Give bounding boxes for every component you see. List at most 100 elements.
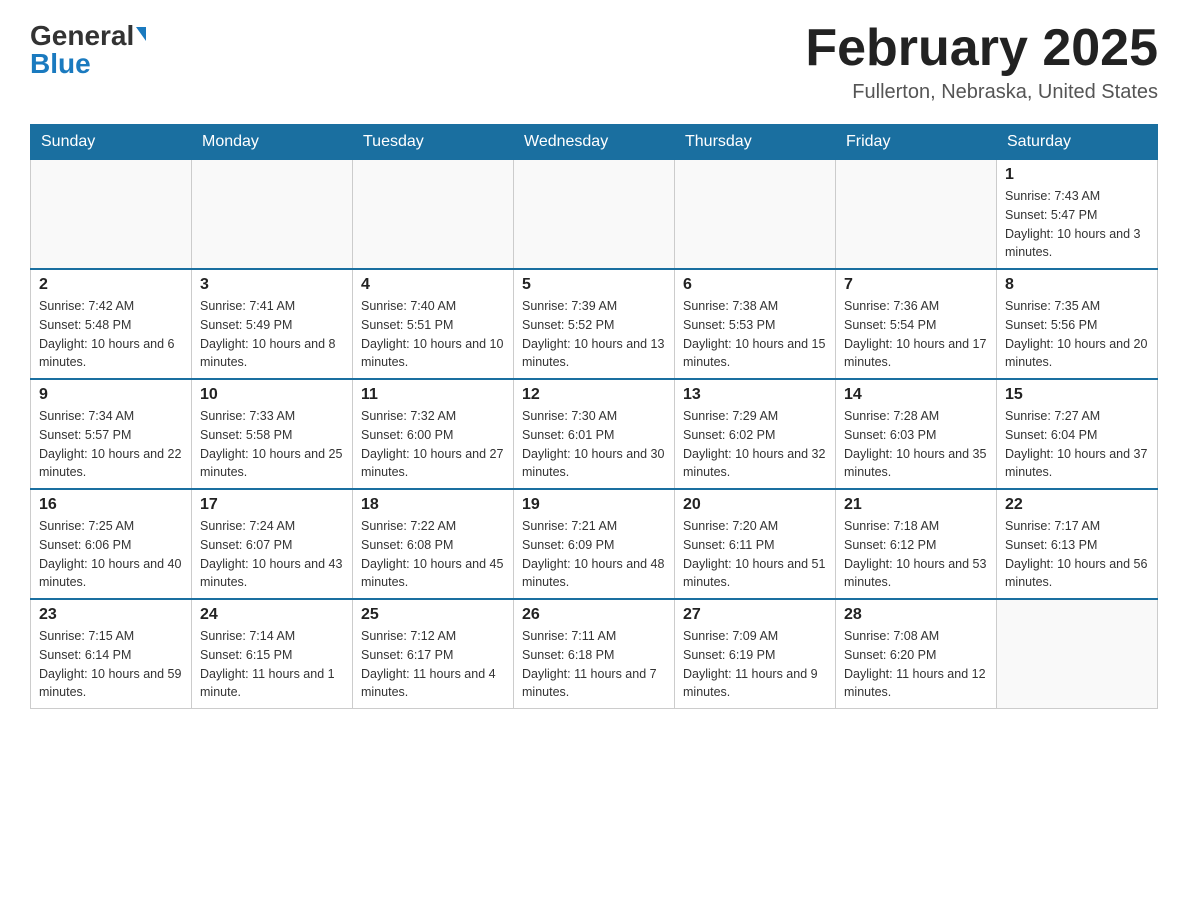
- day-info: Sunrise: 7:17 AMSunset: 6:13 PMDaylight:…: [1005, 517, 1149, 592]
- calendar-cell: [31, 160, 192, 270]
- day-number: 17: [200, 496, 344, 514]
- day-number: 28: [844, 606, 988, 624]
- calendar-cell: 6 Sunrise: 7:38 AMSunset: 5:53 PMDaylight…: [675, 269, 836, 379]
- day-info: Sunrise: 7:42 AMSunset: 5:48 PMDaylight:…: [39, 297, 183, 372]
- day-info: Sunrise: 7:39 AMSunset: 5:52 PMDaylight:…: [522, 297, 666, 372]
- day-info: Sunrise: 7:34 AMSunset: 5:57 PMDaylight:…: [39, 407, 183, 482]
- page-header: General Blue February 2025 Fullerton, Ne…: [30, 20, 1158, 104]
- calendar-cell: 3 Sunrise: 7:41 AMSunset: 5:49 PMDaylight…: [192, 269, 353, 379]
- calendar-week-row: 1Sunrise: 7:43 AMSunset: 5:47 PMDaylight…: [31, 160, 1158, 270]
- day-number: 23: [39, 606, 183, 624]
- calendar-cell: 28 Sunrise: 7:08 AMSunset: 6:20 PMDayligh…: [836, 599, 997, 709]
- calendar-cell: 5Sunrise: 7:39 AMSunset: 5:52 PMDaylight…: [514, 269, 675, 379]
- calendar-cell: 2 Sunrise: 7:42 AMSunset: 5:48 PMDaylight…: [31, 269, 192, 379]
- day-number: 2: [39, 276, 183, 294]
- day-number: 21: [844, 496, 988, 514]
- day-info: Sunrise: 7:15 AMSunset: 6:14 PMDaylight:…: [39, 627, 183, 702]
- calendar-subtitle: Fullerton, Nebraska, United States: [805, 81, 1158, 104]
- day-number: 20: [683, 496, 827, 514]
- day-info: Sunrise: 7:08 AMSunset: 6:20 PMDaylight:…: [844, 627, 988, 702]
- calendar-header: February 2025 Fullerton, Nebraska, Unite…: [805, 20, 1158, 104]
- day-number: 10: [200, 386, 344, 404]
- calendar-cell: [192, 160, 353, 270]
- calendar-cell: 17 Sunrise: 7:24 AMSunset: 6:07 PMDayligh…: [192, 489, 353, 599]
- calendar-cell: 22Sunrise: 7:17 AMSunset: 6:13 PMDayligh…: [997, 489, 1158, 599]
- calendar-cell: 15Sunrise: 7:27 AMSunset: 6:04 PMDayligh…: [997, 379, 1158, 489]
- day-info: Sunrise: 7:20 AMSunset: 6:11 PMDaylight:…: [683, 517, 827, 592]
- day-number: 19: [522, 496, 666, 514]
- day-info: Sunrise: 7:30 AMSunset: 6:01 PMDaylight:…: [522, 407, 666, 482]
- day-info: Sunrise: 7:11 AMSunset: 6:18 PMDaylight:…: [522, 627, 666, 702]
- day-number: 18: [361, 496, 505, 514]
- calendar-cell: [675, 160, 836, 270]
- day-number: 14: [844, 386, 988, 404]
- day-info: Sunrise: 7:09 AMSunset: 6:19 PMDaylight:…: [683, 627, 827, 702]
- calendar-cell: 14 Sunrise: 7:28 AMSunset: 6:03 PMDayligh…: [836, 379, 997, 489]
- weekday-header-friday: Friday: [836, 125, 997, 160]
- calendar-week-row: 16 Sunrise: 7:25 AMSunset: 6:06 PMDayligh…: [31, 489, 1158, 599]
- day-info: Sunrise: 7:27 AMSunset: 6:04 PMDaylight:…: [1005, 407, 1149, 482]
- day-info: Sunrise: 7:14 AMSunset: 6:15 PMDaylight:…: [200, 627, 344, 702]
- weekday-header-row: SundayMondayTuesdayWednesdayThursdayFrid…: [31, 125, 1158, 160]
- day-info: Sunrise: 7:24 AMSunset: 6:07 PMDaylight:…: [200, 517, 344, 592]
- weekday-header-thursday: Thursday: [675, 125, 836, 160]
- day-number: 8: [1005, 276, 1149, 294]
- calendar-cell: 23 Sunrise: 7:15 AMSunset: 6:14 PMDayligh…: [31, 599, 192, 709]
- weekday-header-wednesday: Wednesday: [514, 125, 675, 160]
- calendar-cell: 7 Sunrise: 7:36 AMSunset: 5:54 PMDaylight…: [836, 269, 997, 379]
- logo-triangle-icon: [136, 27, 146, 41]
- calendar-week-row: 9 Sunrise: 7:34 AMSunset: 5:57 PMDaylight…: [31, 379, 1158, 489]
- calendar-cell: [836, 160, 997, 270]
- calendar-table: SundayMondayTuesdayWednesdayThursdayFrid…: [30, 124, 1158, 709]
- calendar-cell: 10Sunrise: 7:33 AMSunset: 5:58 PMDayligh…: [192, 379, 353, 489]
- calendar-cell: 13 Sunrise: 7:29 AMSunset: 6:02 PMDayligh…: [675, 379, 836, 489]
- logo: General Blue: [30, 20, 146, 80]
- weekday-header-tuesday: Tuesday: [353, 125, 514, 160]
- day-info: Sunrise: 7:22 AMSunset: 6:08 PMDaylight:…: [361, 517, 505, 592]
- calendar-cell: [997, 599, 1158, 709]
- calendar-week-row: 2 Sunrise: 7:42 AMSunset: 5:48 PMDaylight…: [31, 269, 1158, 379]
- calendar-cell: 24 Sunrise: 7:14 AMSunset: 6:15 PMDayligh…: [192, 599, 353, 709]
- day-number: 26: [522, 606, 666, 624]
- calendar-cell: 21 Sunrise: 7:18 AMSunset: 6:12 PMDayligh…: [836, 489, 997, 599]
- day-info: Sunrise: 7:41 AMSunset: 5:49 PMDaylight:…: [200, 297, 344, 372]
- day-number: 27: [683, 606, 827, 624]
- day-number: 9: [39, 386, 183, 404]
- day-number: 12: [522, 386, 666, 404]
- calendar-cell: 26 Sunrise: 7:11 AMSunset: 6:18 PMDayligh…: [514, 599, 675, 709]
- day-info: Sunrise: 7:36 AMSunset: 5:54 PMDaylight:…: [844, 297, 988, 372]
- day-number: 4: [361, 276, 505, 294]
- day-number: 24: [200, 606, 344, 624]
- day-info: Sunrise: 7:21 AMSunset: 6:09 PMDaylight:…: [522, 517, 666, 592]
- day-number: 7: [844, 276, 988, 294]
- weekday-header-saturday: Saturday: [997, 125, 1158, 160]
- calendar-cell: 9 Sunrise: 7:34 AMSunset: 5:57 PMDaylight…: [31, 379, 192, 489]
- day-info: Sunrise: 7:38 AMSunset: 5:53 PMDaylight:…: [683, 297, 827, 372]
- day-number: 25: [361, 606, 505, 624]
- day-info: Sunrise: 7:28 AMSunset: 6:03 PMDaylight:…: [844, 407, 988, 482]
- day-number: 6: [683, 276, 827, 294]
- calendar-cell: 4 Sunrise: 7:40 AMSunset: 5:51 PMDaylight…: [353, 269, 514, 379]
- day-info: Sunrise: 7:18 AMSunset: 6:12 PMDaylight:…: [844, 517, 988, 592]
- day-number: 1: [1005, 166, 1149, 184]
- day-number: 3: [200, 276, 344, 294]
- calendar-week-row: 23 Sunrise: 7:15 AMSunset: 6:14 PMDayligh…: [31, 599, 1158, 709]
- calendar-cell: 25 Sunrise: 7:12 AMSunset: 6:17 PMDayligh…: [353, 599, 514, 709]
- weekday-header-monday: Monday: [192, 125, 353, 160]
- weekday-header-sunday: Sunday: [31, 125, 192, 160]
- calendar-cell: 16 Sunrise: 7:25 AMSunset: 6:06 PMDayligh…: [31, 489, 192, 599]
- calendar-cell: 1Sunrise: 7:43 AMSunset: 5:47 PMDaylight…: [997, 160, 1158, 270]
- day-number: 16: [39, 496, 183, 514]
- day-number: 13: [683, 386, 827, 404]
- calendar-title: February 2025: [805, 20, 1158, 77]
- calendar-cell: 18 Sunrise: 7:22 AMSunset: 6:08 PMDayligh…: [353, 489, 514, 599]
- logo-blue-text: Blue: [30, 48, 91, 80]
- calendar-cell: 11Sunrise: 7:32 AMSunset: 6:00 PMDayligh…: [353, 379, 514, 489]
- day-info: Sunrise: 7:40 AMSunset: 5:51 PMDaylight:…: [361, 297, 505, 372]
- day-info: Sunrise: 7:25 AMSunset: 6:06 PMDaylight:…: [39, 517, 183, 592]
- calendar-cell: 27 Sunrise: 7:09 AMSunset: 6:19 PMDayligh…: [675, 599, 836, 709]
- calendar-cell: 19 Sunrise: 7:21 AMSunset: 6:09 PMDayligh…: [514, 489, 675, 599]
- day-info: Sunrise: 7:35 AMSunset: 5:56 PMDaylight:…: [1005, 297, 1149, 372]
- day-info: Sunrise: 7:12 AMSunset: 6:17 PMDaylight:…: [361, 627, 505, 702]
- day-info: Sunrise: 7:29 AMSunset: 6:02 PMDaylight:…: [683, 407, 827, 482]
